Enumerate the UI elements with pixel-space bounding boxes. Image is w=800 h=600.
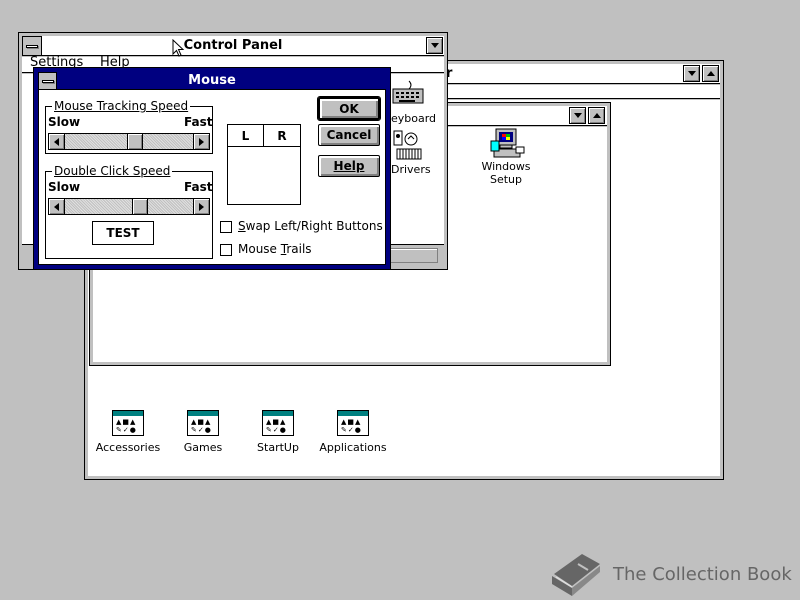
right-arrow-icon bbox=[199, 202, 204, 211]
group-label-games[interactable]: Games bbox=[168, 441, 238, 454]
scroll-left-button[interactable] bbox=[48, 198, 65, 215]
mouse-dialog-titlebar[interactable]: Mouse bbox=[38, 72, 386, 90]
mouse-dialog: Mouse Mouse Tracking Speed Slow Fast Dou… bbox=[33, 67, 391, 270]
program-group-icon[interactable]: ▲■▲ ✎✓● bbox=[337, 410, 369, 436]
swap-buttons-label[interactable]: Swap Left/Right Buttons bbox=[238, 219, 383, 233]
scroll-left-button[interactable] bbox=[48, 133, 65, 150]
maximize-button[interactable] bbox=[588, 107, 605, 124]
right-arrow-icon bbox=[199, 137, 204, 146]
watermark-text: The Collection Book bbox=[613, 564, 792, 585]
group-label-accessories[interactable]: Accessories bbox=[85, 441, 171, 454]
up-arrow-icon bbox=[706, 71, 715, 76]
minimize-button[interactable] bbox=[683, 65, 700, 82]
program-group-icon[interactable]: ▲■▲ ✎✓● bbox=[187, 410, 219, 436]
mouse-pointer-icon bbox=[172, 39, 185, 57]
left-arrow-icon bbox=[54, 137, 59, 146]
keyboard-icon[interactable] bbox=[391, 79, 425, 109]
help-button[interactable]: Help bbox=[318, 155, 380, 177]
double-click-slider[interactable] bbox=[48, 198, 210, 215]
up-arrow-icon bbox=[592, 113, 601, 118]
cancel-button[interactable]: Cancel bbox=[318, 124, 380, 146]
slider-thumb[interactable] bbox=[126, 133, 143, 150]
group-label-startup[interactable]: StartUp bbox=[243, 441, 313, 454]
double-click-fast-label: Fast bbox=[184, 180, 213, 194]
control-panel-title: Control Panel bbox=[183, 38, 283, 53]
maximize-button[interactable] bbox=[702, 65, 719, 82]
program-group-icon[interactable]: ▲■▲ ✎✓● bbox=[112, 410, 144, 436]
windows-setup-label-1[interactable]: Windows bbox=[478, 160, 534, 173]
program-group-icon[interactable]: ▲■▲ ✎✓● bbox=[262, 410, 294, 436]
slider-thumb[interactable] bbox=[132, 198, 149, 215]
tracking-fast-label: Fast bbox=[184, 115, 213, 129]
drivers-icon[interactable] bbox=[391, 129, 425, 163]
test-area[interactable]: TEST bbox=[92, 221, 154, 245]
control-panel-system-menu[interactable] bbox=[22, 36, 42, 56]
tracking-slow-label: Slow bbox=[48, 115, 81, 129]
tracking-speed-label: Mouse Tracking Speed bbox=[52, 99, 191, 113]
mouse-left-button: L bbox=[228, 125, 264, 147]
double-click-slow-label: Slow bbox=[48, 180, 81, 194]
system-menu-icon bbox=[26, 44, 38, 48]
drivers-label[interactable]: Drivers bbox=[391, 163, 431, 176]
mouse-dialog-title: Mouse bbox=[188, 73, 236, 88]
mouse-trails-checkbox[interactable] bbox=[220, 244, 232, 256]
double-click-label: Double Click Speed bbox=[52, 164, 173, 178]
scroll-right-button[interactable] bbox=[193, 133, 210, 150]
left-arrow-icon bbox=[54, 202, 59, 211]
ok-button[interactable]: OK bbox=[317, 96, 381, 121]
minimize-button[interactable] bbox=[569, 107, 586, 124]
windows-setup-icon[interactable] bbox=[490, 127, 526, 161]
group-label-applications[interactable]: Applications bbox=[313, 441, 393, 454]
mouse-dialog-system-menu[interactable] bbox=[38, 72, 57, 90]
down-arrow-icon bbox=[430, 43, 439, 48]
control-panel-titlebar[interactable]: Control Panel bbox=[22, 36, 444, 56]
system-menu-icon bbox=[41, 79, 54, 83]
mouse-trails-label[interactable]: Mouse Trails bbox=[238, 242, 312, 256]
down-arrow-icon bbox=[687, 71, 696, 76]
book-icon bbox=[552, 554, 600, 596]
mouse-right-button: R bbox=[264, 125, 300, 147]
test-label: TEST bbox=[106, 226, 140, 240]
swap-buttons-checkbox[interactable] bbox=[220, 221, 232, 233]
mouse-button-diagram: L R bbox=[227, 124, 301, 205]
minimize-button[interactable] bbox=[426, 37, 443, 54]
tracking-speed-slider[interactable] bbox=[48, 133, 210, 150]
keyboard-label[interactable]: eyboard bbox=[391, 112, 436, 125]
down-arrow-icon bbox=[573, 113, 582, 118]
windows-setup-label-2[interactable]: Setup bbox=[478, 173, 534, 186]
scroll-right-button[interactable] bbox=[193, 198, 210, 215]
